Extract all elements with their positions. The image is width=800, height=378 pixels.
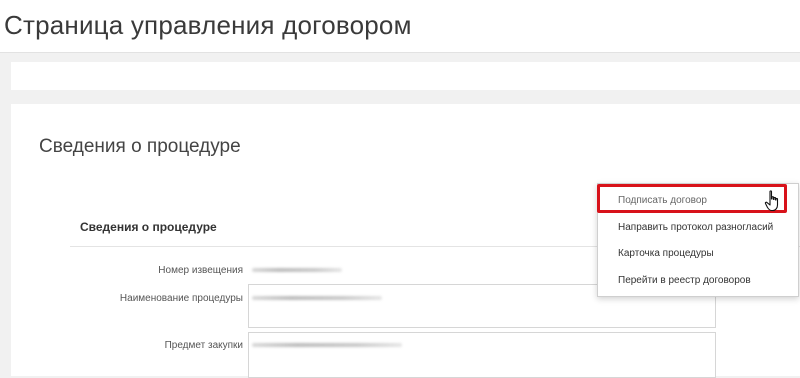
procedure-name-label: Наименование процедуры: [119, 293, 243, 304]
page-title: Страница управления договором: [4, 10, 412, 40]
section-heading: Сведения о процедуре: [39, 136, 241, 157]
procedure-info-heading: Сведения о процедуре: [80, 220, 217, 234]
menu-item-contract-registry[interactable]: Перейти в реестр договоров: [598, 268, 798, 294]
notice-number-value: [252, 268, 342, 272]
procedure-name-value: [252, 296, 382, 300]
hand-pointer-icon: [764, 190, 779, 212]
notice-number-label: Номер извещения: [158, 265, 243, 276]
purchase-subject-value: [252, 343, 402, 347]
purchase-subject-label: Предмет закупки: [164, 340, 243, 351]
menu-item-label: Карточка процедуры: [618, 248, 714, 259]
page-header: Страница управления договором: [0, 0, 800, 53]
menu-item-procedure-card[interactable]: Карточка процедуры: [598, 241, 798, 267]
menu-item-send-disagreement-protocol[interactable]: Направить протокол разногласий: [598, 215, 798, 241]
menu-item-label: Перейти в реестр договоров: [618, 275, 751, 286]
top-content-strip: [11, 62, 800, 90]
menu-item-label: Направить протокол разногласий: [618, 222, 774, 233]
purchase-subject-field[interactable]: [248, 332, 716, 378]
highlight-frame: [597, 184, 787, 213]
